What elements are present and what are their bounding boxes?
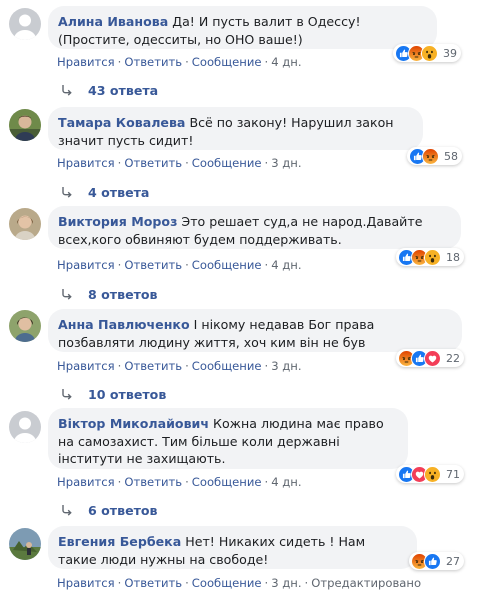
reaction-count: 27 bbox=[446, 554, 460, 568]
replies-count: 43 ответа bbox=[88, 82, 159, 98]
message-link[interactable]: Сообщение bbox=[192, 475, 262, 489]
avatar[interactable] bbox=[9, 208, 41, 240]
comment-actions: Нравится · Ответить · Сообщение · 4 дн. bbox=[57, 475, 302, 489]
wow-icon bbox=[421, 44, 438, 62]
message-link[interactable]: Сообщение bbox=[192, 156, 262, 170]
avatar[interactable] bbox=[9, 528, 41, 560]
reactions-summary[interactable]: 27 bbox=[409, 552, 464, 570]
angry-icon bbox=[422, 147, 439, 165]
view-replies-link[interactable]: 10 ответов bbox=[58, 386, 166, 402]
avatar[interactable] bbox=[9, 109, 41, 141]
reply-link[interactable]: Ответить bbox=[124, 55, 182, 69]
like-link[interactable]: Нравится bbox=[57, 359, 115, 373]
replies-count: 4 ответа bbox=[88, 184, 150, 200]
reaction-count: 71 bbox=[446, 467, 460, 481]
comment-bubble: Виктория Мороз Это решает суд,а не народ… bbox=[48, 206, 461, 249]
love-icon bbox=[424, 349, 441, 367]
replies-count: 8 ответов bbox=[88, 286, 158, 302]
comment-actions: Нравится · Ответить · Сообщение · 4 дн. bbox=[57, 258, 302, 272]
reply-arrow-icon bbox=[58, 386, 74, 402]
comment-author[interactable]: Віктор Миколайович bbox=[58, 416, 209, 431]
wow-icon bbox=[424, 248, 441, 266]
reactions-summary[interactable]: 39 bbox=[393, 44, 461, 62]
avatar[interactable] bbox=[9, 8, 41, 40]
like-link[interactable]: Нравится bbox=[57, 258, 115, 272]
reply-link[interactable]: Ответить bbox=[124, 576, 182, 590]
timestamp[interactable]: 4 дн. bbox=[271, 258, 301, 272]
message-link[interactable]: Сообщение bbox=[192, 55, 262, 69]
replies-count: 6 ответов bbox=[88, 502, 158, 518]
timestamp[interactable]: 4 дн. bbox=[271, 475, 301, 489]
reactions-summary[interactable]: 58 bbox=[407, 147, 462, 165]
timestamp[interactable]: 3 дн. bbox=[271, 359, 301, 373]
like-icon bbox=[424, 552, 441, 570]
comment-author[interactable]: Евгения Бербека bbox=[58, 534, 181, 549]
reply-arrow-icon bbox=[58, 184, 74, 200]
timestamp[interactable]: 4 дн. bbox=[271, 55, 301, 69]
reactions-summary[interactable]: 71 bbox=[396, 465, 464, 483]
comment-author[interactable]: Анна Павлюченко bbox=[58, 317, 190, 332]
reply-link[interactable]: Ответить bbox=[124, 359, 182, 373]
reaction-count: 39 bbox=[443, 46, 457, 60]
edited-label[interactable]: Отредактировано bbox=[311, 576, 421, 590]
comment-bubble: Анна Павлюченко І нікому недавав Бог пра… bbox=[48, 309, 462, 352]
reaction-count: 58 bbox=[444, 149, 458, 163]
like-link[interactable]: Нравится bbox=[57, 156, 115, 170]
comment-author[interactable]: Алина Иванова bbox=[58, 14, 168, 29]
view-replies-link[interactable]: 6 ответов bbox=[58, 502, 158, 518]
timestamp[interactable]: 3 дн. bbox=[271, 156, 301, 170]
comment-actions: Нравится · Ответить · Сообщение · 3 дн. bbox=[57, 359, 302, 373]
comment-bubble: Алина Иванова Да! И пусть валит в Одессу… bbox=[48, 6, 437, 49]
avatar[interactable] bbox=[9, 310, 41, 342]
comment-actions: Нравится · Ответить · Сообщение · 3 дн. bbox=[57, 156, 302, 170]
like-link[interactable]: Нравится bbox=[57, 475, 115, 489]
view-replies-link[interactable]: 43 ответа bbox=[58, 82, 158, 98]
reaction-count: 18 bbox=[446, 250, 460, 264]
message-link[interactable]: Сообщение bbox=[192, 576, 262, 590]
comment-actions: Нравится · Ответить · Сообщение · 3 дн. · Отреда… bbox=[57, 576, 422, 590]
timestamp[interactable]: 3 дн. bbox=[271, 576, 301, 590]
replies-count: 10 ответов bbox=[88, 386, 167, 402]
reply-arrow-icon bbox=[58, 82, 74, 98]
comment-author[interactable]: Тамара Ковалева bbox=[58, 115, 185, 130]
comment-bubble: Віктор Миколайович Кожна людина має прав… bbox=[48, 408, 408, 469]
comment-bubble: Евгения Бербека Нет! Никаких сидеть ! На… bbox=[48, 526, 417, 569]
avatar[interactable] bbox=[9, 411, 41, 443]
reactions-summary[interactable]: 22 bbox=[396, 349, 464, 367]
reply-link[interactable]: Ответить bbox=[124, 156, 182, 170]
reply-link[interactable]: Ответить bbox=[124, 475, 182, 489]
like-link[interactable]: Нравится bbox=[57, 55, 115, 69]
reply-link[interactable]: Ответить bbox=[124, 258, 182, 272]
comment-actions: Нравится · Ответить · Сообщение · 4 дн. bbox=[57, 55, 302, 69]
reaction-count: 22 bbox=[446, 351, 460, 365]
like-link[interactable]: Нравится bbox=[57, 576, 115, 590]
reply-arrow-icon bbox=[58, 286, 74, 302]
comment-bubble: Тамара Ковалева Всё по закону! Нарушил з… bbox=[48, 107, 423, 150]
comment-author[interactable]: Виктория Мороз bbox=[58, 214, 177, 229]
view-replies-link[interactable]: 4 ответа bbox=[58, 184, 149, 200]
view-replies-link[interactable]: 8 ответов bbox=[58, 286, 158, 302]
wow-icon bbox=[424, 465, 441, 483]
message-link[interactable]: Сообщение bbox=[192, 258, 262, 272]
reactions-summary[interactable]: 18 bbox=[396, 248, 464, 266]
reply-arrow-icon bbox=[58, 502, 74, 518]
message-link[interactable]: Сообщение bbox=[192, 359, 262, 373]
